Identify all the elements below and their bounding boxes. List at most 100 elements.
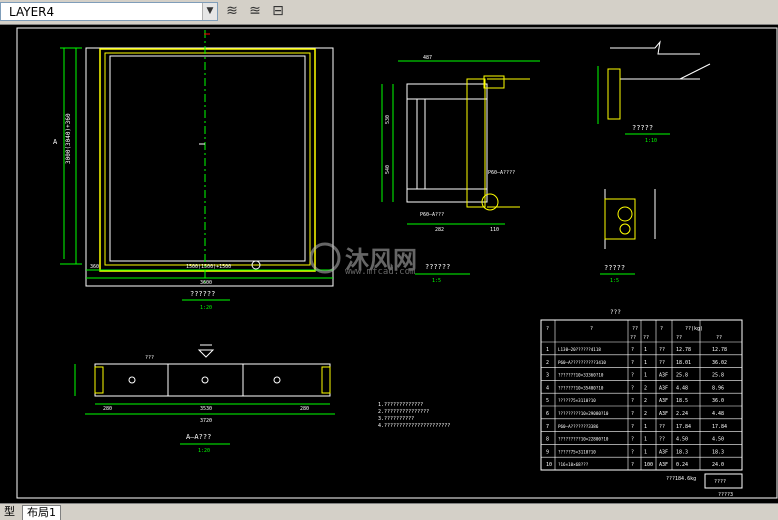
section-label-1: P60—A???? (488, 170, 515, 176)
bom-cell-r5-c5: 18.5 (676, 398, 688, 404)
note-1: 1.????????????? (378, 402, 423, 408)
bom-total: ???184.6kg (666, 476, 696, 482)
detail1-scale: 1:10 (645, 138, 657, 144)
bom-cell-r9-c3: 1 (644, 449, 647, 455)
bom-cell-r7-c0: 7 (546, 424, 549, 430)
bom-cell-r1-c4: ?? (659, 347, 665, 353)
bom-cell-r10-c5: 0.24 (676, 462, 688, 468)
bom-cell-r4-c3: 2 (644, 385, 647, 391)
bom-cell-r1-c0: 1 (546, 347, 549, 353)
section-vdim-1: 530 (385, 115, 391, 124)
bom-cell-r3-c4: A3F (659, 373, 668, 379)
front-dim-left: 360 (90, 264, 99, 270)
bom-cell-r2-c3: 1 (644, 360, 647, 366)
detail-view-1: ????? 1:10 (597, 40, 711, 144)
layer-previous-icon[interactable]: ≊ (245, 2, 265, 21)
plan-label: ??? (145, 355, 154, 361)
layer-dropdown[interactable]: LAYER4 ▼ (0, 2, 218, 21)
bom-cell-r1-c1: L130—20??????4118 (558, 347, 601, 352)
bom-cell-r6-c4: A3F (659, 411, 668, 417)
watermark: 沐风网 www.mfcad.com (309, 242, 417, 277)
bom-header-2: ?? (632, 326, 638, 332)
bom-cell-r4-c1: ???????10×35400?10 (558, 385, 604, 390)
plan-view: 280 3530 280 3720 ??? A—A??? 1:20 (74, 344, 335, 454)
bom-cell-r2-c6: 36.02 (712, 360, 727, 366)
note-2: 2.??????????????? (378, 409, 429, 415)
bom-cell-r2-c4: ?? (659, 360, 665, 366)
bom-cell-r6-c0: 6 (546, 411, 549, 417)
plan-dim-left: 280 (103, 406, 112, 412)
bom-cell-r1-c2: ? (631, 347, 634, 353)
bom-cell-r9-c5: 18.3 (676, 449, 688, 455)
bom-cell-r5-c3: 2 (644, 398, 647, 404)
bom-cell-r2-c5: 18.01 (676, 360, 691, 366)
notes: 1.????????????? 2.??????????????? 3.????… (378, 402, 450, 429)
bom-subheader-0: ?? (630, 335, 636, 341)
bom-cell-r6-c1: ?????????10×29080?10 (558, 411, 609, 416)
tab-model[interactable]: 型 (0, 505, 19, 519)
bom-cell-r8-c6: 4.50 (712, 437, 724, 443)
layer-isolate-icon[interactable]: ⊟ (268, 2, 288, 21)
bom-cell-r3-c5: 25.8 (676, 373, 688, 379)
detail2-title: ????? (604, 264, 625, 272)
bom-cell-r8-c2: ? (631, 437, 634, 443)
bom-footer: ????3 (718, 492, 733, 498)
front-dim-middle: 1500(1500)+1500 (186, 264, 231, 270)
section-dim-bottom-2: 110 (490, 227, 499, 233)
section-dim-bottom-1: 282 (435, 227, 444, 233)
bom-header-3: ? (660, 326, 663, 332)
bom-cell-r4-c0: 4 (546, 385, 549, 391)
front-vertical-dim: 3000(3040)+360 (65, 113, 72, 164)
bom-cell-r5-c2: ? (631, 398, 634, 404)
bom-cell-r5-c4: A3F (659, 398, 668, 404)
bom-header-0: ? (546, 326, 549, 332)
section-dim-left: 487 (423, 55, 432, 61)
bom-cell-r9-c4: A3F (659, 449, 668, 455)
plan-dim-right: 280 (300, 406, 309, 412)
bom-cell-r2-c1: P60—A??????????3410 (558, 360, 606, 365)
bom-corner-text: ???? (714, 479, 726, 485)
section-vdim-2: 540 (385, 165, 391, 174)
bom-cell-r7-c3: 1 (644, 424, 647, 430)
bom-cell-r2-c0: 2 (546, 360, 549, 366)
plan-title: A—A??? (186, 433, 211, 441)
detail-view-2: ????? 1:5 (600, 189, 656, 284)
bom-cell-r8-c4: ?? (659, 437, 665, 443)
bom-cell-r5-c0: 5 (546, 398, 549, 404)
bom-cell-r10-c3: 100 (644, 462, 653, 468)
bom-cell-r10-c1: ?16×10×68??? (558, 462, 589, 467)
bom-cell-r4-c6: 8.96 (712, 385, 724, 391)
bom-cell-r1-c6: 12.78 (712, 347, 727, 353)
bom-cell-r6-c5: 2.24 (676, 411, 688, 417)
section-title: ?????? (425, 263, 450, 271)
bom-cell-r4-c4: A3F (659, 385, 668, 391)
bom-cell-r3-c2: ? (631, 373, 634, 379)
front-elevation: 3000(3040)+360 A 360 1500(1500)+1500 360… (53, 30, 334, 311)
bom-cell-r3-c1: ???????10×33360?10 (558, 373, 604, 378)
front-dim-total: 3600 (200, 280, 212, 286)
chevron-down-icon[interactable]: ▼ (202, 3, 217, 20)
bom-cell-r1-c5: 12.78 (676, 347, 691, 353)
bom-cell-r9-c1: ?????75×3110?10 (558, 449, 596, 454)
bom-title: ??? (610, 309, 621, 316)
bom-cell-r1-c3: 1 (644, 347, 647, 353)
bom-table: ??? ????? ??(kg)?????? ??1 L130—20??????411… (540, 309, 743, 498)
tab-layout1[interactable]: 布局1 (22, 505, 61, 520)
bom-cell-r7-c4: ?? (659, 424, 665, 430)
bom-cell-r5-c6: 36.0 (712, 398, 724, 404)
plan-scale: 1:20 (198, 448, 210, 454)
bom-cell-r9-c6: 18.3 (712, 449, 724, 455)
bom-subheader-3: ?? (716, 335, 722, 341)
bom-cell-r10-c4: A3F (659, 462, 668, 468)
note-4: 4.?????????????????????? (378, 423, 450, 429)
cad-drawing: 3000(3040)+360 A 360 1500(1500)+1500 360… (16, 27, 778, 499)
layer-states-icon[interactable]: ≋ (222, 2, 242, 21)
layer-name: LAYER4 (9, 5, 55, 19)
bom-subheader-1: ?? (643, 335, 649, 341)
bom-header-1: ? (590, 326, 593, 332)
toolbar-empty-area (298, 0, 778, 24)
drawing-canvas[interactable]: 3000(3040)+360 A 360 1500(1500)+1500 360… (0, 24, 778, 517)
bom-cell-r3-c6: 25.8 (712, 373, 724, 379)
bom-header-4: ??(kg) (685, 326, 703, 332)
bom-cell-r10-c0: 10 (546, 462, 552, 468)
